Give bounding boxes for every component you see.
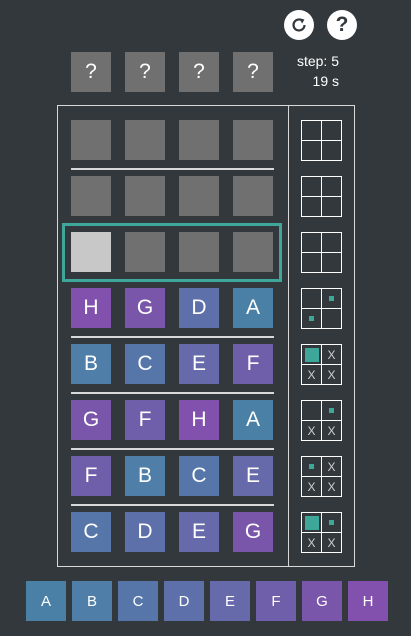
secret-slot-2: ? bbox=[125, 52, 165, 92]
guess-peg: F bbox=[233, 344, 273, 384]
feedback-grid-line bbox=[321, 457, 322, 496]
guess-peg: C bbox=[125, 344, 165, 384]
feedback-miss-marker: X bbox=[327, 459, 336, 474]
feedback-blank bbox=[322, 309, 341, 328]
feedback-grid-line bbox=[321, 513, 322, 552]
feedback-blank bbox=[302, 289, 321, 308]
feedback-box bbox=[301, 288, 342, 329]
feedback-empty bbox=[301, 176, 342, 217]
palette-color-d[interactable]: D bbox=[164, 581, 204, 621]
guess-peg: F bbox=[71, 456, 111, 496]
row-separator bbox=[71, 168, 274, 170]
guess-peg: A bbox=[233, 288, 273, 328]
palette-color-b[interactable]: B bbox=[72, 581, 112, 621]
active-peg-slot-3[interactable] bbox=[179, 232, 219, 272]
empty-peg bbox=[179, 176, 219, 216]
active-peg-slot-2[interactable] bbox=[125, 232, 165, 272]
empty-peg bbox=[71, 176, 111, 216]
step-counter: step: 5 bbox=[296, 53, 339, 69]
feedback-blank bbox=[302, 401, 321, 420]
palette-color-e[interactable]: E bbox=[210, 581, 250, 621]
guess-peg: D bbox=[125, 512, 165, 552]
guess-peg: B bbox=[71, 344, 111, 384]
feedback-miss-marker: X bbox=[307, 367, 316, 382]
feedback-dot bbox=[322, 513, 341, 532]
guess-peg: E bbox=[179, 344, 219, 384]
guess-peg: G bbox=[233, 512, 273, 552]
feedback-dot bbox=[302, 309, 321, 328]
row-separator bbox=[71, 504, 274, 506]
feedback-empty bbox=[301, 120, 342, 161]
feedback-exact-marker bbox=[302, 345, 321, 364]
guess-peg: A bbox=[233, 400, 273, 440]
feedback-grid-line bbox=[321, 345, 322, 384]
feedback-dot bbox=[322, 289, 341, 308]
empty-peg bbox=[179, 120, 219, 160]
feedback-miss-marker: X bbox=[327, 423, 336, 438]
feedback-miss-marker: X bbox=[327, 367, 336, 382]
feedback-miss-marker: X bbox=[327, 347, 336, 362]
palette-color-h[interactable]: H bbox=[348, 581, 388, 621]
empty-peg bbox=[233, 120, 273, 160]
feedback-grid-line bbox=[321, 401, 322, 440]
guess-peg: F bbox=[125, 400, 165, 440]
guess-peg: G bbox=[71, 400, 111, 440]
feedback-exact-marker bbox=[302, 513, 321, 532]
active-peg-slot-4[interactable] bbox=[233, 232, 273, 272]
row-separator bbox=[71, 336, 274, 338]
row-separator bbox=[71, 448, 274, 450]
feedback-miss-marker: X bbox=[307, 479, 316, 494]
feedback-miss-marker: X bbox=[327, 535, 336, 550]
restart-icon bbox=[292, 18, 306, 32]
feedback-dot bbox=[302, 457, 321, 476]
feedback-box: XX bbox=[301, 400, 342, 441]
empty-peg bbox=[233, 176, 273, 216]
guess-peg: C bbox=[179, 456, 219, 496]
feedback-empty bbox=[301, 232, 342, 273]
secret-slot-1: ? bbox=[71, 52, 111, 92]
feedback-box: XX bbox=[301, 512, 342, 553]
palette-color-c[interactable]: C bbox=[118, 581, 158, 621]
guess-peg: E bbox=[179, 512, 219, 552]
row-separator bbox=[71, 392, 274, 394]
secret-slot-3: ? bbox=[179, 52, 219, 92]
palette-color-g[interactable]: G bbox=[302, 581, 342, 621]
active-peg-slot-1[interactable] bbox=[71, 232, 111, 272]
feedback-miss-marker: X bbox=[327, 479, 336, 494]
feedback-divider bbox=[288, 105, 289, 567]
empty-peg bbox=[125, 120, 165, 160]
restart-button[interactable] bbox=[284, 10, 314, 40]
feedback-grid-line bbox=[321, 289, 322, 328]
palette-color-f[interactable]: F bbox=[256, 581, 296, 621]
feedback-miss-marker: X bbox=[307, 423, 316, 438]
feedback-dot bbox=[322, 401, 341, 420]
guess-peg: B bbox=[125, 456, 165, 496]
guess-peg: E bbox=[233, 456, 273, 496]
help-button[interactable]: ? bbox=[327, 10, 357, 40]
guess-peg: D bbox=[179, 288, 219, 328]
feedback-box: XXX bbox=[301, 456, 342, 497]
secret-slot-4: ? bbox=[233, 52, 273, 92]
empty-peg bbox=[125, 176, 165, 216]
feedback-miss-marker: X bbox=[307, 535, 316, 550]
guess-peg: C bbox=[71, 512, 111, 552]
timer: 19 s bbox=[312, 73, 339, 89]
feedback-box: XXX bbox=[301, 344, 342, 385]
guess-peg: G bbox=[125, 288, 165, 328]
palette-color-a[interactable]: A bbox=[26, 581, 66, 621]
guess-peg: H bbox=[71, 288, 111, 328]
empty-peg bbox=[71, 120, 111, 160]
guess-peg: H bbox=[179, 400, 219, 440]
